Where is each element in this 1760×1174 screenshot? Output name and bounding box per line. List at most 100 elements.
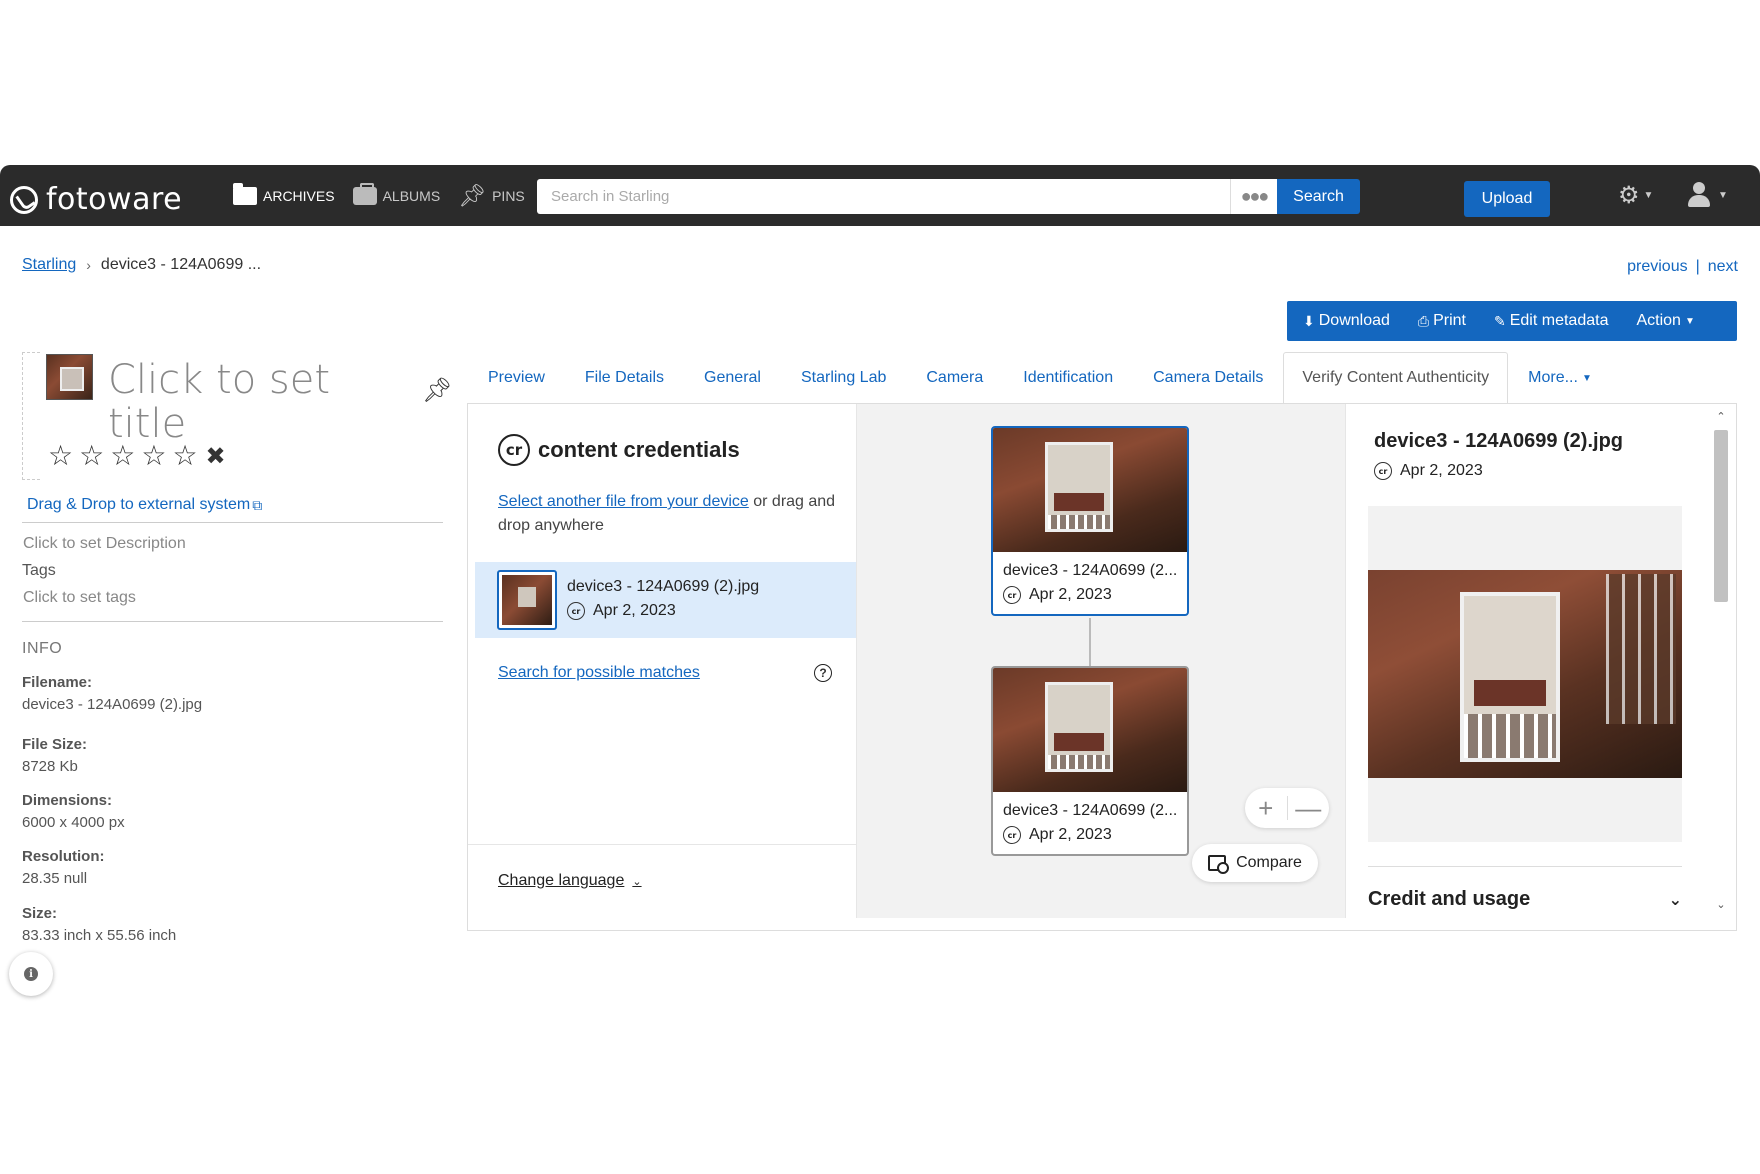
selected-file-thumbnail — [497, 570, 557, 630]
fotoware-logo[interactable]: fotoware — [10, 182, 182, 217]
breadcrumb-root-link[interactable]: Starling — [22, 256, 76, 274]
detail-image — [1368, 570, 1682, 778]
info-key: Size: — [22, 905, 58, 922]
search-button[interactable]: Search — [1277, 179, 1360, 214]
caret-down-icon: ▼ — [1643, 190, 1654, 201]
drag-handle[interactable] — [22, 352, 40, 480]
scroll-down-arrow-icon[interactable]: ⌄ — [1712, 898, 1730, 914]
previous-link[interactable]: previous — [1627, 258, 1687, 276]
selected-file-row[interactable]: device3 - 124A0699 (2).jpg cr Apr 2, 202… — [475, 562, 856, 638]
brand-name: fotoware — [46, 182, 183, 217]
gear-icon: ⚙ — [1618, 182, 1640, 209]
star-2-icon[interactable]: ☆ — [79, 442, 104, 472]
info-heading: INFO — [22, 640, 63, 657]
cr-logo-icon: cr — [498, 434, 530, 466]
breadcrumb-current: device3 - 124A0699 ... — [100, 256, 262, 273]
download-label: Download — [1318, 312, 1390, 329]
cr-icon: cr — [567, 602, 585, 620]
search-options-icon[interactable]: ●●● — [1230, 179, 1277, 214]
star-3-icon[interactable]: ☆ — [110, 442, 135, 472]
drag-drop-external-link[interactable]: Drag & Drop to external system ⧉ — [27, 496, 262, 514]
tab-file-details[interactable]: File Details — [565, 352, 684, 404]
change-language-dropdown[interactable]: Change language ⌄ — [498, 872, 642, 890]
pager-separator: | — [1695, 258, 1700, 275]
divider — [22, 621, 443, 622]
divider — [1368, 866, 1682, 867]
drag-drop-label: Drag & Drop to external system — [27, 496, 251, 513]
detail-file-title: device3 - 124A0699 (2).jpg — [1374, 430, 1624, 452]
graph-connector — [1089, 618, 1091, 666]
info-key: File Size: — [22, 736, 88, 753]
node-name: device3 - 124A0699 (2... — [1003, 562, 1178, 579]
settings-menu[interactable]: ⚙ ▼ — [1618, 181, 1653, 210]
tab-starling-lab[interactable]: Starling Lab — [781, 352, 906, 404]
credit-and-usage-section[interactable]: Credit and usage ⌄ — [1368, 888, 1682, 911]
user-menu[interactable]: ▼ — [1688, 182, 1728, 208]
cr-icon: cr — [1003, 826, 1021, 844]
chevron-down-icon: ⌄ — [632, 875, 642, 888]
select-file-link[interactable]: Select another file from your device — [498, 493, 749, 510]
next-link[interactable]: next — [1708, 258, 1738, 276]
provenance-node-ingredient[interactable]: device3 - 124A0699 (2... cr Apr 2, 2023 — [991, 666, 1189, 856]
scroll-up-arrow-icon[interactable]: ⌃ — [1712, 410, 1730, 426]
caret-down-icon: ▼ — [1581, 372, 1592, 384]
change-language-label: Change language — [498, 872, 625, 889]
search-input[interactable] — [537, 179, 1230, 214]
title-placeholder[interactable]: Click to set title — [108, 358, 368, 446]
upload-button[interactable]: Upload — [1464, 181, 1550, 217]
nav-archives[interactable]: ARCHIVES — [233, 182, 335, 205]
search-matches-link[interactable]: Search for possible matches — [498, 664, 700, 682]
detail-scrollbar[interactable]: ⌃ ⌄ — [1708, 408, 1734, 916]
metadata-tabs: Preview File Details General Starling La… — [468, 352, 1612, 404]
zoom-out-button[interactable]: — — [1288, 795, 1330, 821]
star-1-icon[interactable]: ☆ — [48, 442, 73, 472]
info-file-size: File Size: 8728 Kb — [22, 736, 87, 775]
detail-date: cr Apr 2, 2023 — [1374, 462, 1483, 480]
action-dropdown[interactable]: Action ▼ — [1636, 312, 1694, 330]
download-button[interactable]: ⬇ Download — [1303, 312, 1390, 330]
search-bar: ●●● Search — [537, 179, 1360, 214]
cr-icon: cr — [1374, 462, 1392, 480]
tab-identification[interactable]: Identification — [1003, 352, 1133, 404]
nav-albums[interactable]: ALBUMS — [352, 182, 440, 205]
asset-thumbnail[interactable] — [46, 354, 93, 400]
tab-camera[interactable]: Camera — [906, 352, 1003, 404]
action-label: Action — [1636, 312, 1681, 329]
pager: previous | next — [1627, 258, 1738, 276]
edit-metadata-button[interactable]: ✎ Edit metadata — [1494, 312, 1608, 330]
info-key: Resolution: — [22, 848, 105, 865]
help-icon[interactable]: ? — [814, 664, 832, 682]
star-4-icon[interactable]: ☆ — [141, 442, 166, 472]
info-key: Dimensions: — [22, 792, 113, 809]
tab-verify-content-authenticity[interactable]: Verify Content Authenticity — [1283, 352, 1509, 404]
edit-metadata-label: Edit metadata — [1509, 312, 1609, 329]
tab-general[interactable]: General — [684, 352, 781, 404]
nav-pins[interactable]: 📌︎ PINS — [458, 184, 525, 207]
clear-rating-icon[interactable]: ✖ — [206, 442, 226, 472]
print-button[interactable]: ⎙ Print — [1418, 312, 1466, 330]
divider — [22, 522, 443, 523]
info-value: 8728 Kb — [22, 758, 78, 775]
description-placeholder[interactable]: Click to set Description — [23, 535, 186, 553]
selected-file-date-text: Apr 2, 2023 — [593, 602, 676, 619]
node-thumbnail — [993, 428, 1187, 552]
chevron-right-icon: › — [86, 257, 91, 273]
printer-icon: ⎙ — [1417, 312, 1430, 329]
tab-camera-details[interactable]: Camera Details — [1133, 352, 1283, 404]
star-5-icon[interactable]: ☆ — [172, 442, 197, 472]
node-thumbnail — [993, 668, 1187, 792]
tab-preview[interactable]: Preview — [468, 352, 565, 404]
provenance-node-current[interactable]: device3 - 124A0699 (2... cr Apr 2, 2023 — [991, 426, 1189, 616]
user-icon — [1688, 182, 1710, 208]
tab-more[interactable]: More... ▼ — [1508, 352, 1612, 404]
compare-button[interactable]: Compare — [1192, 844, 1318, 882]
info-toggle-button[interactable]: i — [9, 952, 53, 996]
scrollbar-thumb[interactable] — [1714, 430, 1728, 602]
pin-asset-icon[interactable]: 📌︎ — [422, 376, 452, 405]
divider — [468, 844, 856, 845]
tags-placeholder[interactable]: Click to set tags — [23, 589, 136, 607]
node-name: device3 - 124A0699 (2... — [1003, 802, 1178, 819]
zoom-in-button[interactable]: + — [1245, 795, 1287, 821]
info-icon: i — [24, 967, 38, 981]
provenance-graph: device3 - 124A0699 (2... cr Apr 2, 2023 … — [856, 404, 1346, 918]
